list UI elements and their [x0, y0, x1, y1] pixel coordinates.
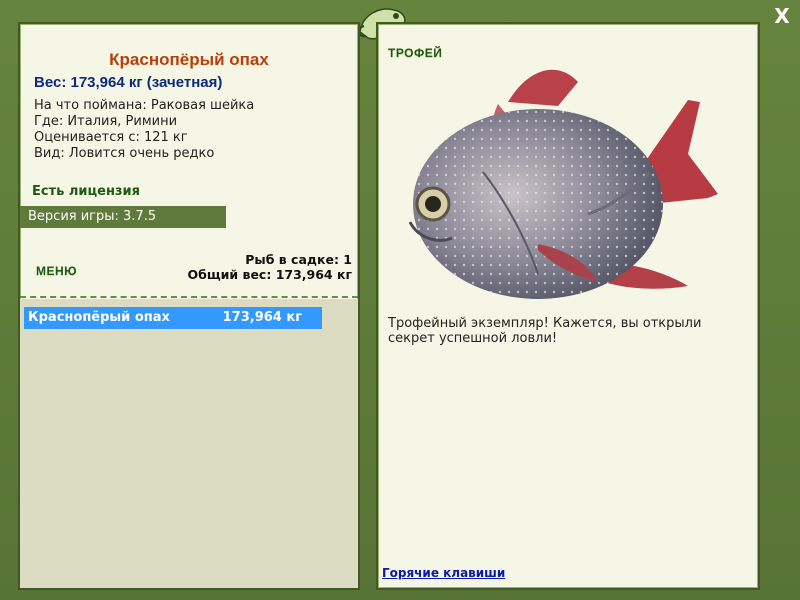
fish-name: Краснопёрый опах: [109, 50, 269, 69]
valuation-line: Оценивается с: 121 кг: [34, 130, 188, 145]
bait-line: На что поймана: Раковая шейка: [34, 98, 255, 113]
rarity-line: Вид: Ловится очень редко: [34, 146, 215, 161]
catch-list: Краснопёрый опах 173,964 кг: [20, 299, 358, 588]
divider: [20, 296, 358, 298]
list-item-name: Краснопёрый опах: [28, 310, 170, 325]
fish-info-panel: Краснопёрый опах Вес: 173,964 кг (зачетн…: [18, 22, 360, 590]
trophy-description: Трофейный экземпляр! Кажется, вы открыли…: [388, 316, 702, 346]
fish-details: На что поймана: Раковая шейка Где: Итали…: [34, 98, 254, 162]
menu-button[interactable]: МЕНЮ: [36, 264, 77, 278]
location-line: Где: Италия, Римини: [34, 114, 178, 129]
list-item[interactable]: Краснопёрый опах 173,964 кг: [24, 307, 322, 329]
keepnet-stats: Рыб в садке: 1 Общий вес: 173,964 кг: [188, 252, 353, 282]
fish-weight: Вес: 173,964 кг (зачетная): [34, 74, 223, 91]
trophy-panel: ТРОФЕЙ Трофейный экземпляр! Кажется, вы …: [376, 22, 760, 590]
hotkeys-link[interactable]: Горячие клавиши: [382, 566, 505, 580]
list-item-weight: 173,964 кг: [222, 310, 302, 325]
total-weight: Общий вес: 173,964 кг: [187, 267, 353, 282]
close-button[interactable]: X: [770, 4, 794, 28]
game-version: Версия игры: 3.7.5: [20, 206, 226, 228]
opah-fish-image: [408, 69, 718, 299]
license-status: Есть лицензия: [32, 184, 140, 199]
fish-count: Рыб в садке: 1: [245, 252, 352, 267]
